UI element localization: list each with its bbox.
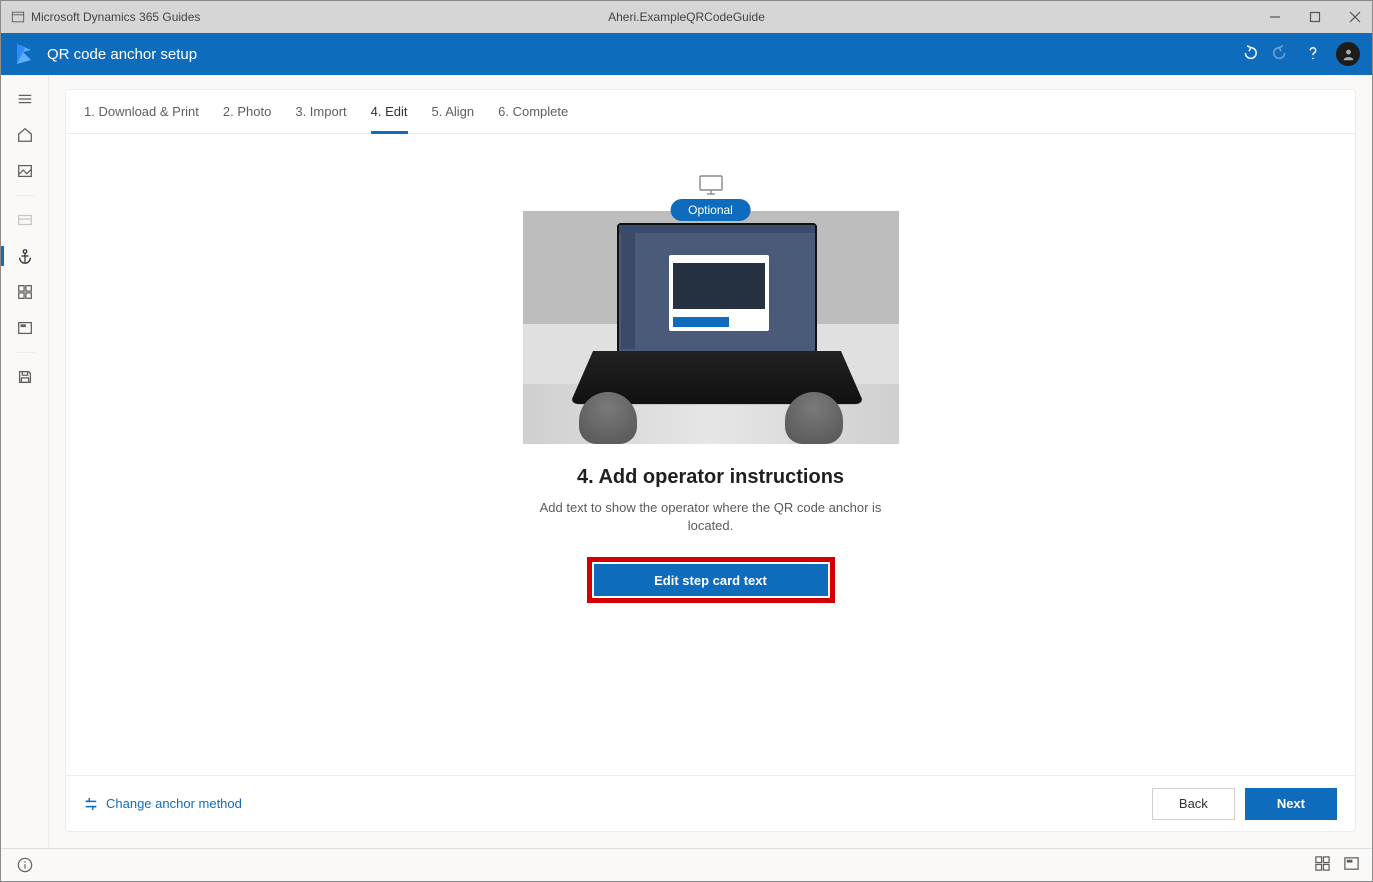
hero-illustration: Optional bbox=[523, 211, 899, 444]
nav-image-button[interactable] bbox=[1, 155, 49, 187]
info-icon[interactable] bbox=[1, 857, 49, 873]
back-button[interactable]: Back bbox=[1152, 788, 1235, 820]
dynamics-logo-icon bbox=[13, 42, 37, 66]
help-button[interactable] bbox=[1304, 44, 1322, 65]
nav-panel-preview-button[interactable] bbox=[1, 312, 49, 344]
tab-photo[interactable]: 2. Photo bbox=[223, 90, 271, 134]
left-nav bbox=[1, 75, 49, 848]
nav-anchor-button[interactable] bbox=[1, 240, 49, 272]
change-anchor-method-link[interactable]: Change anchor method bbox=[84, 796, 242, 811]
tab-download-print[interactable]: 1. Download & Print bbox=[84, 90, 199, 134]
optional-badge: Optional bbox=[670, 199, 751, 221]
app-name-label: Microsoft Dynamics 365 Guides bbox=[31, 10, 200, 24]
grid-view-icon[interactable] bbox=[1314, 855, 1331, 875]
window-minimize-button[interactable] bbox=[1268, 10, 1282, 24]
app-header: QR code anchor setup bbox=[1, 33, 1372, 75]
nav-grid-button[interactable] bbox=[1, 276, 49, 308]
card-footer: Change anchor method Back Next bbox=[66, 775, 1355, 831]
window-maximize-button[interactable] bbox=[1308, 10, 1322, 24]
document-name-label: Aheri.ExampleQRCodeGuide bbox=[608, 10, 765, 24]
nav-hamburger-button[interactable] bbox=[1, 83, 49, 115]
tab-complete[interactable]: 6. Complete bbox=[498, 90, 568, 134]
app-window-icon bbox=[11, 10, 25, 24]
monitor-icon bbox=[698, 174, 724, 201]
step-tabs: 1. Download & Print 2. Photo 3. Import 4… bbox=[66, 90, 1355, 134]
change-anchor-method-label: Change anchor method bbox=[106, 796, 242, 811]
panel-view-icon[interactable] bbox=[1343, 855, 1360, 875]
window-titlebar: Microsoft Dynamics 365 Guides Aheri.Exam… bbox=[1, 1, 1372, 33]
nav-home-button[interactable] bbox=[1, 119, 49, 151]
redo-button[interactable] bbox=[1272, 44, 1290, 65]
edit-step-card-text-button[interactable]: Edit step card text bbox=[594, 564, 828, 596]
stage-title: 4. Add operator instructions bbox=[577, 466, 844, 489]
anchor-setup-card: 1. Download & Print 2. Photo 3. Import 4… bbox=[65, 89, 1356, 832]
page-title: QR code anchor setup bbox=[47, 46, 197, 63]
laptop-illustration bbox=[523, 211, 899, 444]
nav-panel-button[interactable] bbox=[1, 204, 49, 236]
status-bar bbox=[1, 848, 1372, 881]
tab-edit[interactable]: 4. Edit bbox=[371, 90, 408, 134]
stage-content: Optional bbox=[66, 134, 1355, 775]
stage-description: Add text to show the operator where the … bbox=[531, 499, 891, 535]
cta-highlight-box: Edit step card text bbox=[587, 557, 835, 603]
window-close-button[interactable] bbox=[1348, 10, 1362, 24]
next-button[interactable]: Next bbox=[1245, 788, 1337, 820]
tab-align[interactable]: 5. Align bbox=[432, 90, 475, 134]
tab-import[interactable]: 3. Import bbox=[295, 90, 346, 134]
undo-button[interactable] bbox=[1240, 44, 1258, 65]
nav-save-button[interactable] bbox=[1, 361, 49, 393]
user-avatar[interactable] bbox=[1336, 42, 1360, 66]
